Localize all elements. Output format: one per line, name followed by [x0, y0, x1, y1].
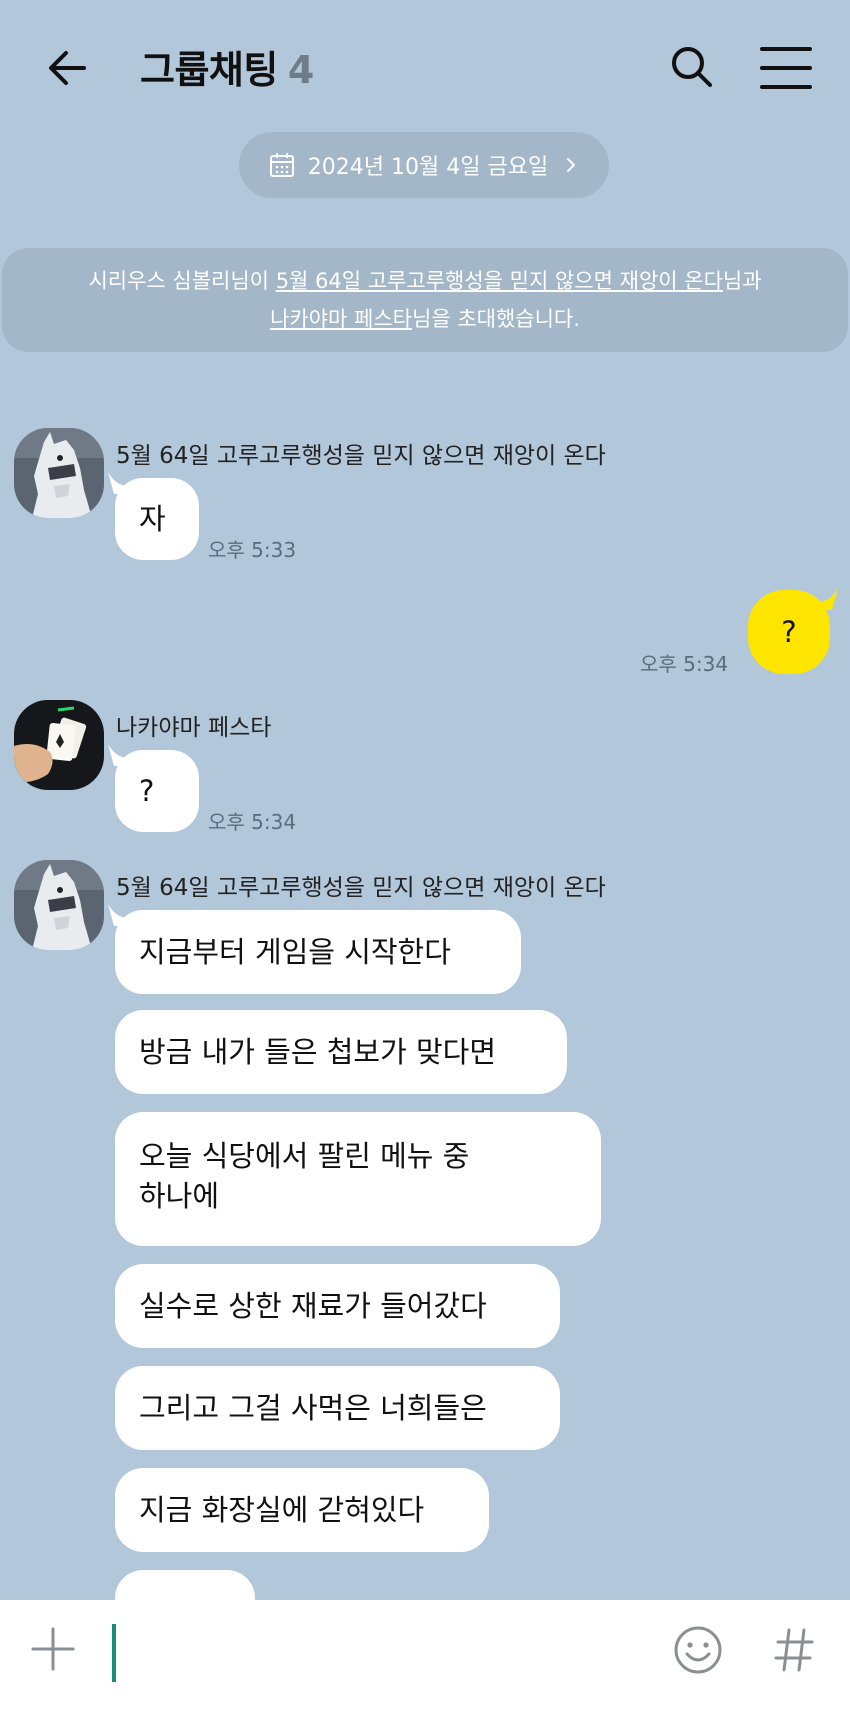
message-bubble[interactable]: 자	[115, 478, 199, 560]
hamburger-menu-icon[interactable]	[758, 40, 814, 96]
date-divider[interactable]: 2024년 10월 4일 금요일	[239, 132, 609, 198]
invitee-link-1[interactable]: 5월 64일 고루고루행성을 믿지 않으면 재앙이 온다	[276, 269, 723, 293]
playing-cards-hand-avatar[interactable]	[14, 700, 104, 790]
message-text: ?	[781, 615, 797, 649]
message-input[interactable]	[104, 1622, 644, 1680]
message-text: 그리고 그걸 사먹은 너희들은	[139, 1391, 487, 1425]
sys-text-3: 님을 초대했습니다.	[412, 307, 580, 331]
message-time: 오후 5:33	[208, 538, 297, 562]
search-icon[interactable]	[664, 40, 720, 96]
message-text-line: 오늘 식당에서 팔린 메뉴 중	[139, 1139, 470, 1173]
message-text: 실수로 상한 재료가 들어갔다	[139, 1289, 487, 1323]
white-horse-mask-avatar[interactable]	[14, 860, 104, 950]
message-bubble[interactable]: 실수로 상한 재료가 들어갔다	[115, 1264, 560, 1348]
message-bubble[interactable]: 오늘 식당에서 팔린 메뉴 중 하나에	[115, 1112, 601, 1246]
chevron-right-icon	[567, 158, 576, 172]
sender-name: 5월 64일 고루고루행성을 믿지 않으면 재앙이 온다	[116, 875, 606, 901]
message-text: 자	[139, 502, 166, 536]
inviter-name: 시리우스 심볼리	[88, 269, 231, 293]
message-text: 방금 내가 들은 첩보가 맞다면	[139, 1035, 497, 1069]
chat-title: 그룹채팅 4	[140, 40, 314, 100]
text-caret	[112, 1624, 116, 1682]
sys-text-2: 님과	[722, 269, 762, 293]
date-label: 2024년 10월 4일 금요일	[307, 155, 549, 180]
message-bubble[interactable]: 지금부터 게임을 시작한다	[115, 910, 521, 994]
chat-screen: 그룹채팅 4 2024년 10월 4일 금요일 시리우스 심볼리님이 5월 64…	[0, 0, 850, 1713]
calendar-icon	[269, 153, 294, 177]
plus-icon[interactable]	[30, 1626, 76, 1672]
message-bubble[interactable]: 방금 내가 들은 첩보가 맞다면	[115, 1010, 567, 1094]
message-input-bar	[0, 1600, 850, 1713]
hashtag-icon[interactable]	[772, 1624, 816, 1676]
chat-room-name: 그룹채팅	[140, 48, 278, 92]
my-message-bubble[interactable]: ?	[748, 590, 830, 674]
back-arrow-icon[interactable]	[40, 40, 96, 96]
invitee-link-2[interactable]: 나카야마 페스타	[270, 307, 412, 331]
white-horse-mask-avatar[interactable]	[14, 428, 104, 518]
sys-text-1: 님이	[230, 269, 276, 293]
message-text: ?	[139, 774, 155, 808]
message-text-line: 하나에	[139, 1179, 220, 1213]
invite-system-message: 시리우스 심볼리님이 5월 64일 고루고루행성을 믿지 않으면 재앙이 온다님…	[2, 248, 848, 352]
chat-header: 그룹채팅 4	[0, 0, 850, 128]
message-bubble[interactable]: ?	[115, 750, 199, 832]
message-bubble[interactable]: 그리고 그걸 사먹은 너희들은	[115, 1366, 560, 1450]
message-time: 오후 5:34	[208, 810, 297, 834]
emoji-smile-icon[interactable]	[672, 1624, 724, 1676]
sender-name: 5월 64일 고루고루행성을 믿지 않으면 재앙이 온다	[116, 443, 606, 469]
message-text: 지금 화장실에 갇혀있다	[139, 1493, 425, 1527]
message-text: 지금부터 게임을 시작한다	[139, 935, 451, 969]
sender-name: 나카야마 페스타	[116, 715, 272, 741]
message-bubble[interactable]: 지금 화장실에 갇혀있다	[115, 1468, 489, 1552]
member-count: 4	[287, 48, 314, 92]
message-time: 오후 5:34	[640, 652, 729, 676]
